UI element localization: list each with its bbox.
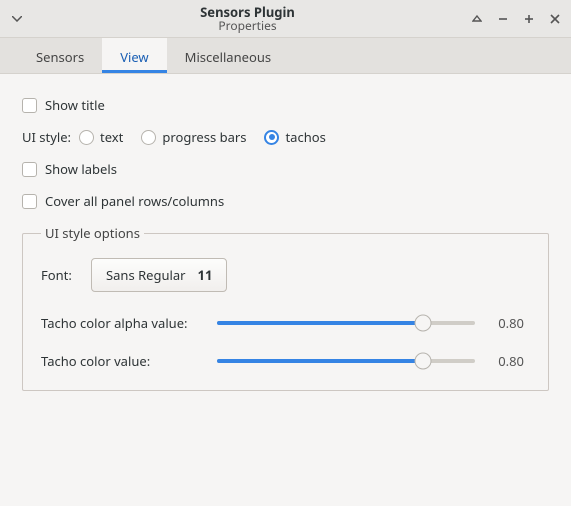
slider-color-track: [217, 359, 475, 363]
row-color: Tacho color value: 0.80: [41, 352, 530, 370]
window-close-icon[interactable]: [547, 10, 563, 28]
label-color: Tacho color value:: [41, 352, 217, 370]
radio-tachos[interactable]: [264, 130, 279, 145]
window-maximize-icon[interactable]: [521, 10, 537, 28]
value-alpha: 0.80: [475, 314, 530, 332]
checkbox-show-labels[interactable]: [22, 162, 37, 177]
tab-view[interactable]: View: [102, 38, 166, 73]
titlebar: Sensors Plugin Properties: [0, 0, 571, 38]
window-up-icon[interactable]: [469, 10, 485, 28]
radio-item-progress[interactable]: progress bars: [141, 128, 246, 146]
fieldset-ui-style-options: UI style options Font: Sans Regular 11 T…: [22, 224, 549, 391]
row-cover-all: Cover all panel rows/columns: [22, 192, 549, 210]
tab-sensors[interactable]: Sensors: [18, 38, 102, 73]
radio-item-text[interactable]: text: [79, 128, 123, 146]
font-chooser-button[interactable]: Sans Regular 11: [91, 258, 227, 292]
tab-content-view: Show title UI style: text progress bars …: [0, 74, 571, 506]
slider-alpha[interactable]: [217, 314, 475, 332]
row-font: Font: Sans Regular 11: [41, 258, 530, 292]
row-show-labels: Show labels: [22, 160, 549, 178]
window-minimize-icon[interactable]: [495, 10, 511, 28]
radio-text[interactable]: [79, 130, 94, 145]
window-root: Sensors Plugin Properties Sensors View M…: [0, 0, 571, 506]
tab-miscellaneous[interactable]: Miscellaneous: [167, 38, 289, 73]
slider-color[interactable]: [217, 352, 475, 370]
label-cover-all: Cover all panel rows/columns: [45, 192, 224, 210]
slider-color-fill: [217, 359, 423, 363]
tabbar: Sensors View Miscellaneous: [0, 38, 571, 74]
window-controls: [469, 10, 563, 28]
value-color: 0.80: [475, 352, 530, 370]
label-font: Font:: [41, 266, 91, 284]
radio-label-progress: progress bars: [162, 128, 246, 146]
titlebar-titles: Sensors Plugin Properties: [26, 5, 469, 33]
slider-alpha-thumb[interactable]: [415, 315, 432, 332]
label-show-labels: Show labels: [45, 160, 117, 178]
radio-progress[interactable]: [141, 130, 156, 145]
checkbox-cover-all[interactable]: [22, 194, 37, 209]
row-show-title: Show title: [22, 96, 549, 114]
checkbox-show-title[interactable]: [22, 98, 37, 113]
radio-group-ui-style: text progress bars tachos: [79, 128, 326, 146]
legend-ui-style-options: UI style options: [41, 224, 144, 242]
window-subtitle: Properties: [26, 19, 469, 33]
row-ui-style: UI style: text progress bars tachos: [22, 128, 549, 146]
row-alpha: Tacho color alpha value: 0.80: [41, 314, 530, 332]
label-show-title: Show title: [45, 96, 105, 114]
label-alpha: Tacho color alpha value:: [41, 314, 217, 332]
slider-color-thumb[interactable]: [415, 353, 432, 370]
radio-label-text: text: [100, 128, 123, 146]
slider-alpha-track: [217, 321, 475, 325]
label-ui-style: UI style:: [22, 128, 71, 146]
font-name: Sans Regular: [106, 266, 186, 284]
radio-item-tachos[interactable]: tachos: [264, 128, 325, 146]
slider-alpha-fill: [217, 321, 423, 325]
window-menu-dropdown[interactable]: [8, 16, 26, 22]
font-size: 11: [198, 266, 213, 284]
radio-label-tachos: tachos: [285, 128, 325, 146]
